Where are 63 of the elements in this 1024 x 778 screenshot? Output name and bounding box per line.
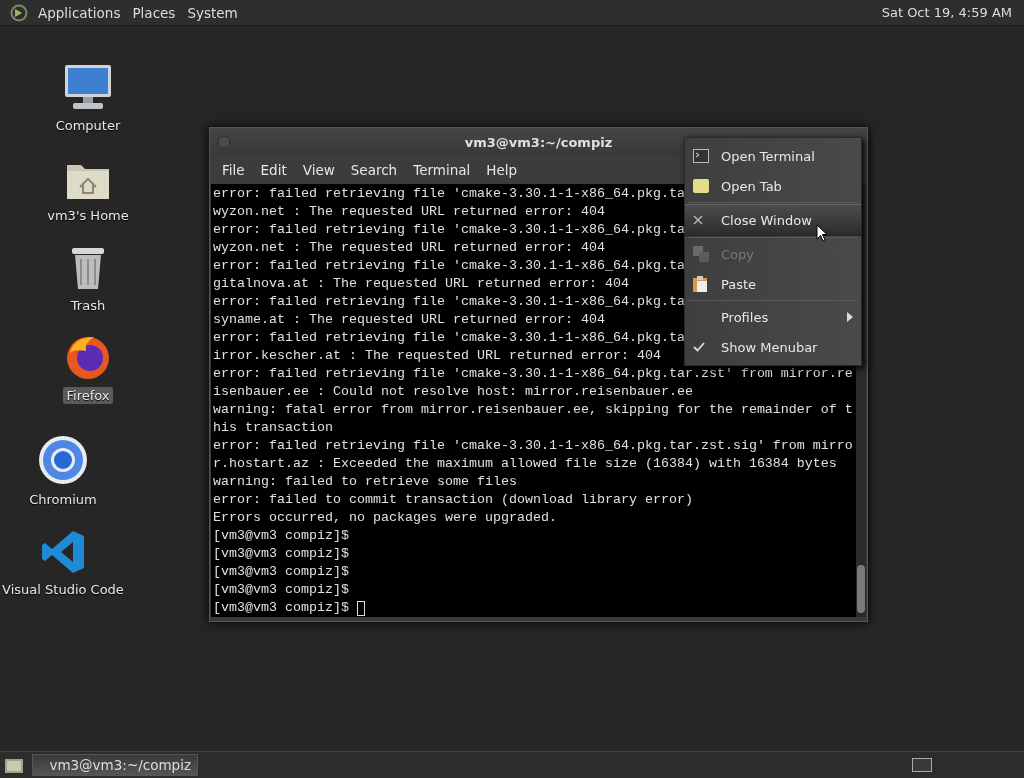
terminal-line: r.hostart.az : Exceeded the maximum allowed file size (16384) with 16384 bytes <box>213 455 837 473</box>
terminal-line: error: failed to commit transaction (download library error) <box>213 491 693 509</box>
close-icon <box>693 215 703 225</box>
context-menu-item[interactable]: Open Tab <box>685 171 861 201</box>
desktop-icon-label[interactable]: Computer <box>52 117 124 134</box>
panel-menu[interactable]: Applications <box>34 4 129 21</box>
scrollbar-thumb[interactable] <box>857 565 865 613</box>
mouse-pointer-icon <box>816 224 828 242</box>
window-title: vm3@vm3:~/compiz <box>464 135 614 150</box>
context-menu-item[interactable]: Close Window <box>685 204 861 236</box>
distro-logo-icon[interactable] <box>10 3 28 22</box>
menu-item[interactable]: Search <box>342 162 406 179</box>
terminal-line: gitalnova.at : The requested URL returned error: 404 <box>213 275 629 293</box>
panel-menu[interactable]: Places <box>128 4 184 21</box>
terminal-line: error: failed retrieving file 'cmake-3.30.1-1-x86_64.pkg.ta <box>213 257 685 275</box>
clock[interactable]: Sat Oct 19, 4:59 AM <box>881 5 1012 20</box>
terminal-line: isenbauer.ee : Could not resolve host: mirror.reisenbauer.ee <box>213 383 693 401</box>
menu-item[interactable]: Help <box>478 162 526 179</box>
desktop-icon-label[interactable]: Trash <box>67 297 109 314</box>
terminal-line: error: failed retrieving file 'cmake-3.30.1-1-x86_64.pkg.ta <box>213 185 685 203</box>
ribbon-icon[interactable] <box>40 529 86 575</box>
context-menu-item[interactable]: Show Menubar <box>685 332 861 362</box>
desktop-icon-label[interactable]: Firefox <box>63 387 113 404</box>
terminal-line: syname.at : The requested URL returned error: 404 <box>213 311 605 329</box>
context-menu-item[interactable]: Paste <box>685 269 861 299</box>
terminal-line: warning: fatal error from mirror.reisenbauer.ee, skipping for the remainder of t <box>213 401 853 419</box>
menu-item[interactable]: Edit <box>252 162 295 179</box>
terminal-line: error: failed retrieving file 'cmake-3.30.1-1-x86_64.pkg.ta <box>213 221 685 239</box>
panel-menu[interactable]: System <box>183 4 246 21</box>
workspace-switcher-icon[interactable] <box>912 758 932 772</box>
terminal-line: warning: failed to retrieve some files <box>213 473 517 491</box>
terminal-line: his transaction <box>213 419 333 437</box>
terminal-line: error: failed retrieving file 'cmake-3.30.1-1-x86_64.pkg.ta <box>213 329 685 347</box>
terminal-line: error: failed retrieving file 'cmake-3.30.1-1-x86_64.pkg.tar.zst.sig' from mirro <box>213 437 853 455</box>
terminal-line: wyzon.net : The requested URL returned error: 404 <box>213 239 605 257</box>
monitor-icon[interactable] <box>63 63 113 111</box>
terminal-line: Errors occurred, no packages were upgraded. <box>213 509 557 527</box>
desktop-icon-label[interactable]: vm3's Home <box>44 207 132 224</box>
trash-icon[interactable] <box>69 245 107 291</box>
folder-icon <box>693 179 709 193</box>
terminal-line: [vm3@vm3 compiz]$ <box>213 563 349 581</box>
terminal-line: [vm3@vm3 compiz]$ <box>213 527 349 545</box>
desktop-icon-label[interactable]: Chromium <box>26 491 100 508</box>
menu-item[interactable]: Terminal <box>405 162 479 179</box>
context-menu-item[interactable]: Profiles <box>685 302 861 332</box>
terminal-line: [vm3@vm3 compiz]$ <box>213 581 349 599</box>
menu-item[interactable]: File <box>214 162 253 179</box>
terminal-line: error: failed retrieving file 'cmake-3.30.1-1-x86_64.pkg.ta <box>213 293 685 311</box>
show-desktop-icon[interactable] <box>4 756 24 774</box>
terminal-line: [vm3@vm3 compiz]$ <box>213 599 350 617</box>
terminal-line: wyzon.net : The requested URL returned error: 404 <box>213 203 605 221</box>
terminal-icon <box>693 149 709 163</box>
submenu-arrow-icon <box>847 312 853 322</box>
terminal-line: [vm3@vm3 compiz]$ <box>213 545 349 563</box>
terminal-line: irror.kescher.at : The requested URL returned error: 404 <box>213 347 661 365</box>
taskbar-button[interactable]: vm3@vm3:~/compiz <box>32 754 198 776</box>
terminal-line: error: failed retrieving file 'cmake-3.30.1-1-x86_64.pkg.tar.zst' from mirror.re <box>213 365 853 383</box>
copy-icon <box>693 246 709 262</box>
ring-icon[interactable] <box>38 435 88 485</box>
menu-item[interactable]: View <box>294 162 343 179</box>
desktop-icon-label[interactable]: Visual Studio Code <box>0 581 127 598</box>
clipboard-icon <box>693 276 709 292</box>
context-menu-item[interactable]: Open Terminal <box>685 141 861 171</box>
